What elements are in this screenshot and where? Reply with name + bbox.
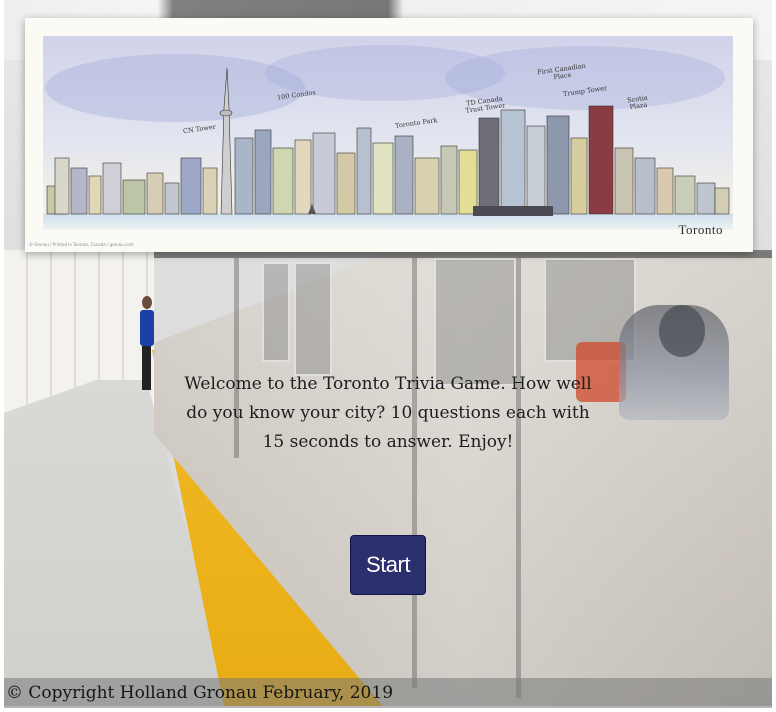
- train-door-seam: [412, 258, 417, 688]
- train-window: [262, 262, 290, 362]
- train-door-seam: [516, 258, 521, 698]
- welcome-message: Welcome to the Toronto Trivia Game. How …: [184, 374, 592, 452]
- copyright-text: © Copyright Holland Gronau February, 201…: [6, 683, 394, 703]
- toronto-skyline-banner: CN Tower 100 Condos TD Canada Trust Towe…: [25, 18, 753, 252]
- train-window: [434, 258, 516, 386]
- train-window: [294, 262, 332, 376]
- start-button[interactable]: Start: [350, 535, 426, 595]
- platform-person: [138, 296, 154, 396]
- skyline-illustration: [43, 36, 733, 230]
- passenger-head: [659, 305, 705, 357]
- banner-credit: © Gronau / Printed in Toronto, Canada / …: [29, 242, 134, 247]
- banner-caption: Toronto: [678, 222, 723, 237]
- footer: © Copyright Holland Gronau February, 201…: [4, 678, 772, 708]
